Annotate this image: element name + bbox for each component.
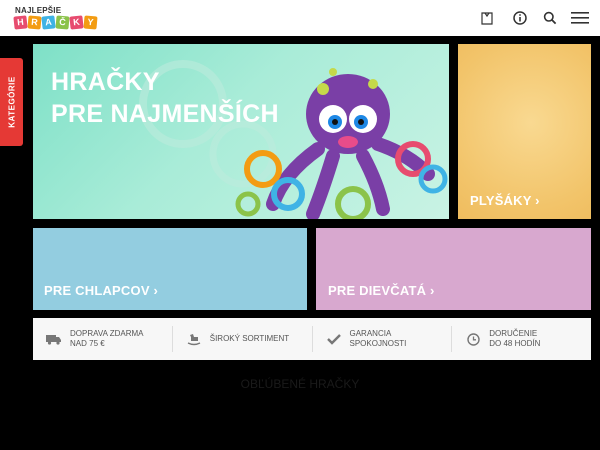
logo-letter: A	[41, 15, 56, 30]
feature-line1: DORUČENIE	[489, 329, 538, 338]
logo-letter: Y	[83, 15, 98, 30]
feature-line2: DO 48 HODÍN	[489, 339, 541, 348]
logo-letter: K	[69, 15, 84, 30]
feature-satisfaction: GARANCIA SPOKOJNOSTI	[313, 326, 453, 352]
feature-delivery: DORUČENIE DO 48 HODÍN	[452, 326, 591, 352]
feature-line1: ŠIROKÝ SORTIMENT	[209, 334, 290, 343]
feature-line2: NAD 75 €	[70, 339, 105, 348]
bag-icon[interactable]	[477, 8, 497, 28]
hero-title-line1: HRAČKY	[51, 68, 160, 96]
feature-line1: GARANCIA	[349, 329, 392, 338]
plush-tile[interactable]: PLYŠÁKY ›	[458, 44, 591, 219]
categories-tab[interactable]: KATEGÓRIE	[0, 58, 23, 146]
logo-letter: Č	[55, 15, 70, 30]
logo-letter: R	[27, 15, 42, 30]
boys-tile-label: PRE CHLAPCOV ›	[44, 283, 159, 298]
clock-icon	[464, 330, 482, 348]
truck-icon	[45, 330, 63, 348]
logo-letter: H	[13, 15, 28, 30]
site-logo[interactable]: NAJLEPŠIE H R A Č K Y	[13, 6, 98, 32]
feature-line1: DOPRAVA ZDARMA	[70, 329, 144, 338]
boys-tile[interactable]: PRE CHLAPCOV ›	[33, 228, 307, 310]
logo-top-text: NAJLEPŠIE	[15, 6, 62, 15]
hero-banner[interactable]: HRAČKY PRE NAJMENŠÍCH	[33, 44, 449, 219]
info-icon[interactable]	[510, 8, 530, 28]
features-bar: DOPRAVA ZDARMA NAD 75 € ŠIROKÝ SORTIMENT…	[33, 318, 591, 360]
girls-tile-label: PRE DIEVČATÁ ›	[328, 283, 435, 298]
hero-title: HRAČKY PRE NAJMENŠÍCH	[51, 66, 279, 130]
menu-icon[interactable]	[570, 8, 590, 28]
search-icon[interactable]	[540, 8, 560, 28]
plush-tile-label: PLYŠÁKY ›	[470, 193, 540, 208]
girls-tile[interactable]: PRE DIEVČATÁ ›	[316, 228, 591, 310]
logo-blocks: H R A Č K Y	[13, 15, 98, 30]
categories-tab-label: KATEGÓRIE	[7, 76, 16, 128]
feature-free-shipping: DOPRAVA ZDARMA NAD 75 €	[33, 326, 173, 352]
checkmark-icon	[325, 330, 343, 348]
section-title: OBĽÚBENÉ HRAČKY	[240, 377, 360, 391]
feature-line2: SPOKOJNOSTI	[349, 339, 407, 348]
site-header: NAJLEPŠIE H R A Č K Y	[0, 0, 600, 36]
hero-title-line2: PRE NAJMENŠÍCH	[51, 100, 279, 128]
rocking-horse-icon	[185, 330, 203, 348]
feature-wide-assortment: ŠIROKÝ SORTIMENT	[173, 326, 313, 352]
